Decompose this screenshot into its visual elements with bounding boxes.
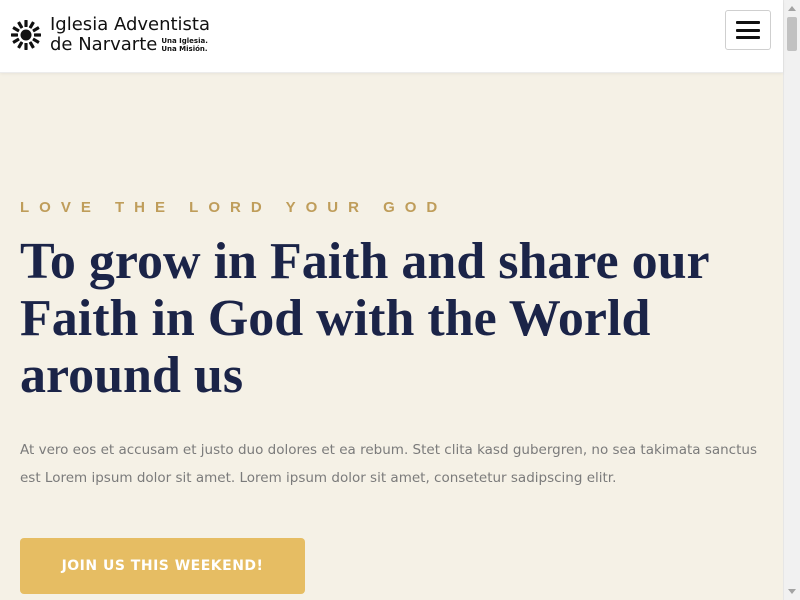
logo-tagline-line1: Una Iglesia. [161, 37, 208, 45]
join-us-button[interactable]: JOIN US THIS WEEKEND! [20, 538, 305, 594]
hamburger-menu-icon [736, 21, 760, 39]
menu-icon-bar [736, 21, 760, 24]
logo-tagline: Una Iglesia. Una Misión. [161, 37, 208, 53]
logo-name-line1: Iglesia Adventista [50, 14, 211, 35]
scrollbar-thumb[interactable] [787, 17, 797, 51]
logo-tagline-line2: Una Misión. [161, 45, 208, 53]
scroll-down-arrow-icon[interactable] [784, 583, 800, 600]
vertical-scrollbar[interactable] [783, 0, 800, 600]
menu-icon-bar [736, 28, 760, 32]
sunburst-logo-icon [11, 20, 41, 50]
scroll-up-arrow-icon[interactable] [784, 0, 800, 17]
hero-headline: To grow in Faith and share our Faith in … [20, 233, 709, 404]
logo-line2-group: de Narvarte Una Iglesia. Una Misión. [50, 36, 210, 54]
logo-name-line2: de Narvarte [50, 34, 158, 55]
menu-icon-bar [736, 36, 760, 39]
site-logo[interactable]: Iglesia Adventista de Narvarte Una Igles… [10, 16, 210, 54]
hero-section: LOVE THE LORD YOUR GOD To grow in Faith … [0, 73, 783, 600]
site-header: Iglesia Adventista de Narvarte Una Igles… [0, 0, 783, 73]
menu-toggle-button[interactable] [725, 10, 771, 50]
logo-wordmark: Iglesia Adventista de Narvarte Una Igles… [50, 16, 210, 54]
hero-body-text: At vero eos et accusam et justo duo dolo… [20, 442, 757, 486]
hero-eyebrow: LOVE THE LORD YOUR GOD [20, 199, 448, 216]
page: Iglesia Adventista de Narvarte Una Igles… [0, 0, 800, 600]
